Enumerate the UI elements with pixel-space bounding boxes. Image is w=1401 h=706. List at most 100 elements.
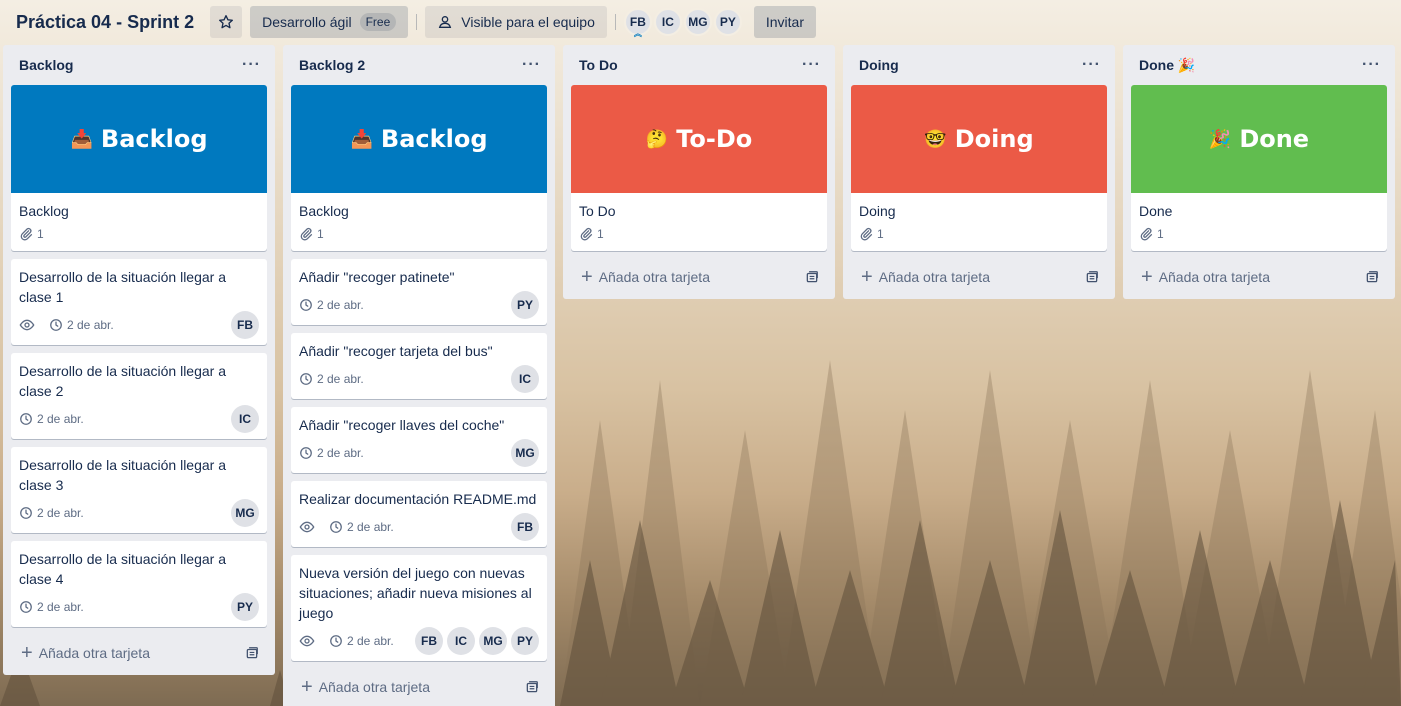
member-avatar-ic[interactable]: IC [653,8,682,36]
card[interactable]: Desarrollo de la situación llegar a clas… [11,447,267,533]
card-badges: 1 [579,223,819,245]
card-template-icon[interactable] [525,680,539,694]
card-title: Añadir "recoger patinete" [299,269,455,285]
add-card-button[interactable]: + Añada otra tarjeta [571,259,827,295]
card[interactable]: Añadir "recoger llaves del coche" 2 de ab… [291,407,547,473]
add-card-label: Añada otra tarjeta [1158,269,1270,285]
add-card-button[interactable]: + Añada otra tarjeta [1131,259,1387,295]
list-header[interactable]: To Do ··· [563,45,835,85]
card-member-avatar[interactable]: PY [511,291,539,319]
cover-card[interactable]: 📥 Backlog Backlog 1 [291,85,547,251]
list-title[interactable]: To Do [579,57,618,73]
workspace-button[interactable]: Desarrollo ágil Free [250,6,409,38]
list-title[interactable]: Done 🎉 [1139,57,1195,74]
list-header[interactable]: Doing ··· [843,45,1115,85]
card-template-icon[interactable] [1365,270,1379,284]
card-title: Desarrollo de la situación llegar a clas… [19,457,226,493]
attachment-count: 1 [37,227,44,241]
member-avatar-fb[interactable]: FB ︽ [623,8,652,38]
member-avatar-mg[interactable]: MG [683,8,712,36]
card[interactable]: Desarrollo de la situación llegar a clas… [11,353,267,439]
due-date-badge[interactable]: 2 de abr. [329,634,394,648]
card-member-avatar[interactable]: IC [511,365,539,393]
invite-button[interactable]: Invitar [753,6,816,38]
card-member-avatar[interactable]: FB [231,311,259,339]
card-title: Desarrollo de la situación llegar a clas… [19,363,226,399]
add-card-button[interactable]: + Añada otra tarjeta [11,635,267,671]
card[interactable]: Desarrollo de la situación llegar a clas… [11,259,267,345]
list-menu-button[interactable]: ··· [522,56,541,74]
card-members: MG [227,499,259,527]
card-member-avatar[interactable]: MG [231,499,259,527]
card-badges: 1 [859,223,1099,245]
card-title: Doing [859,203,896,219]
list: Done 🎉 ··· 🎉 Done Done 1 + Añada otra tarjeta [1123,45,1395,299]
due-date-badge[interactable]: 2 de abr. [299,298,364,312]
star-button[interactable] [210,6,243,38]
list-menu-button[interactable]: ··· [802,56,821,74]
list-header[interactable]: Backlog ··· [3,45,275,85]
paperclip-icon [579,227,597,241]
list-cards: 🤔 To-Do To Do 1 [563,85,835,251]
due-date-badge[interactable]: 2 de abr. [329,520,394,534]
cover-card[interactable]: 📥 Backlog Backlog 1 [11,85,267,251]
card-body: Desarrollo de la situación llegar a clas… [11,447,267,533]
due-date-badge[interactable]: 2 de abr. [299,372,364,386]
card-member-avatar[interactable]: IC [231,405,259,433]
card-member-avatar[interactable]: IC [447,627,475,655]
card-template-icon[interactable] [1085,270,1099,284]
list-title[interactable]: Doing [859,57,899,73]
card[interactable]: Realizar documentación README.md 2 de abr… [291,481,547,547]
card-member-avatar[interactable]: PY [511,627,539,655]
list-title[interactable]: Backlog 2 [299,57,365,73]
card-badges-left: 2 de abr. [299,519,404,535]
card-template-icon[interactable] [805,270,819,284]
card-badges-left: 2 de abr. [19,600,94,614]
card-cover: 🎉 Done [1131,85,1387,193]
card-template-icon[interactable] [245,646,259,660]
card-badges: 2 de abr. FB [299,513,539,541]
card-member-avatar[interactable]: MG [511,439,539,467]
card-badges: 2 de abr. MG [19,499,259,527]
list-title[interactable]: Backlog [19,57,73,73]
add-card-label: Añada otra tarjeta [318,679,430,695]
due-date-badge[interactable]: 2 de abr. [19,412,84,426]
due-date-badge[interactable]: 2 de abr. [299,446,364,460]
due-date-badge[interactable]: 2 de abr. [19,506,84,520]
card[interactable]: Añadir "recoger patinete" 2 de abr. PY [291,259,547,325]
card-member-avatar[interactable]: PY [231,593,259,621]
list-header[interactable]: Backlog 2 ··· [283,45,555,85]
list-menu-button[interactable]: ··· [1362,56,1381,74]
card[interactable]: Nueva versión del juego con nuevas situa… [291,555,547,661]
card-member-avatar[interactable]: FB [415,627,443,655]
list-menu-button[interactable]: ··· [1082,56,1101,74]
card-members: MG [507,439,539,467]
card-member-avatar[interactable]: MG [479,627,507,655]
card[interactable]: Desarrollo de la situación llegar a clas… [11,541,267,627]
add-card-button[interactable]: + Añada otra tarjeta [851,259,1107,295]
header-divider [416,14,418,30]
list: To Do ··· 🤔 To-Do To Do 1 + Añada otra tarjeta [563,45,835,299]
due-date: 2 de abr. [347,520,394,534]
cover-card[interactable]: 🤓 Doing Doing 1 [851,85,1107,251]
clock-icon [19,412,37,426]
list: Backlog 2 ··· 📥 Backlog Backlog 1 Añadir "reco… [283,45,555,706]
cover-card[interactable]: 🎉 Done Done 1 [1131,85,1387,251]
card[interactable]: Añadir "recoger tarjeta del bus" 2 de abr… [291,333,547,399]
member-avatar-py[interactable]: PY [713,8,742,36]
card-badges-left: 1 [299,227,334,241]
due-date-badge[interactable]: 2 de abr. [19,600,84,614]
cover-card[interactable]: 🤔 To-Do To Do 1 [571,85,827,251]
add-card-label-wrap: + Añada otra tarjeta [861,267,990,287]
visibility-button[interactable]: Visible para el equipo [425,6,607,38]
paperclip-icon [19,227,37,241]
due-date: 2 de abr. [37,600,84,614]
card-member-avatar[interactable]: FB [511,513,539,541]
card-badges-left: 1 [579,227,614,241]
due-date-badge[interactable]: 2 de abr. [49,318,114,332]
board-title[interactable]: Práctica 04 - Sprint 2 [16,12,194,33]
list-header[interactable]: Done 🎉 ··· [1123,45,1395,85]
list-menu-button[interactable]: ··· [242,56,261,74]
add-card-button[interactable]: + Añada otra tarjeta [291,669,547,705]
card-badges-left: 2 de abr. [299,298,374,312]
